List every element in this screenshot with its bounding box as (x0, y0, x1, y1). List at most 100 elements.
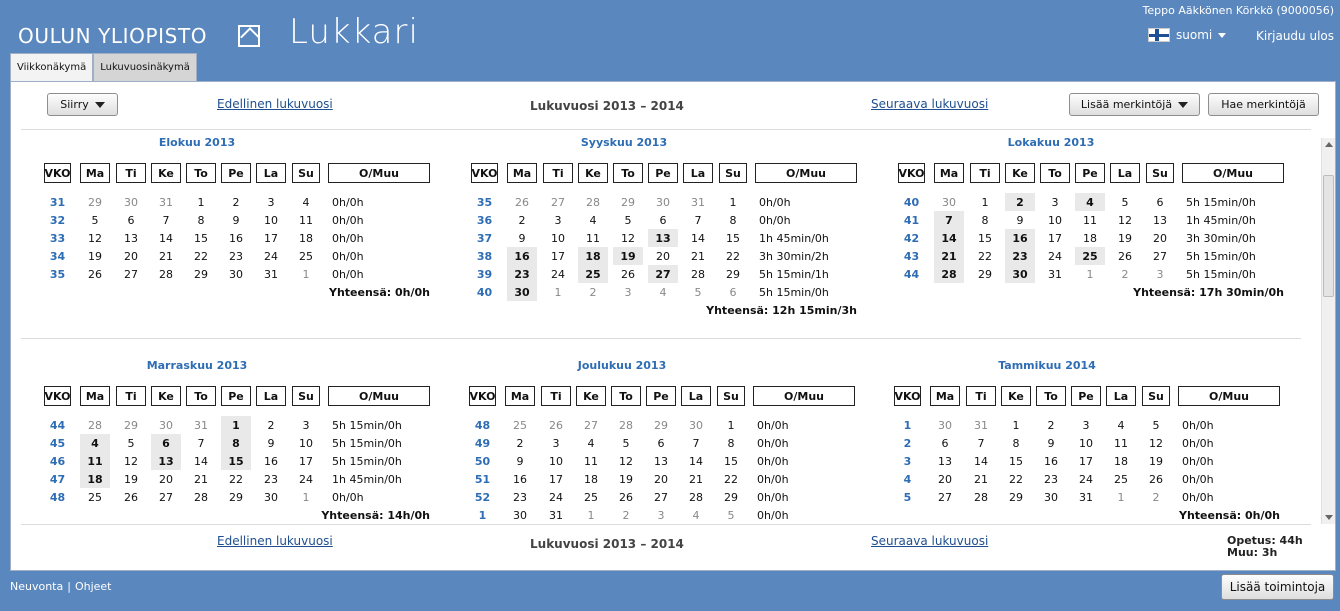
day-cell[interactable]: 21 (681, 470, 711, 488)
day-cell[interactable]: 2 (221, 193, 251, 211)
day-cell[interactable]: 22 (970, 247, 1000, 265)
day-cell[interactable]: 11 (576, 452, 606, 470)
day-cell[interactable]: 3 (1146, 265, 1174, 283)
day-cell[interactable]: 4 (1106, 416, 1136, 434)
day-cell[interactable]: 1 (1106, 488, 1136, 506)
week-number-link[interactable]: 40 (898, 193, 925, 211)
day-cell[interactable]: 20 (116, 247, 146, 265)
day-cell[interactable]: 25 (1075, 247, 1105, 265)
day-cell[interactable]: 13 (151, 452, 181, 470)
week-number-link[interactable]: 2 (894, 434, 921, 452)
week-number-link[interactable]: 5 (894, 488, 921, 506)
day-cell[interactable]: 4 (681, 506, 711, 524)
day-cell[interactable]: 31 (186, 416, 216, 434)
day-cell[interactable]: 16 (505, 470, 535, 488)
day-cell[interactable]: 5 (80, 211, 110, 229)
day-cell[interactable]: 8 (186, 211, 216, 229)
day-cell[interactable]: 28 (578, 193, 608, 211)
day-cell[interactable]: 28 (683, 265, 713, 283)
day-cell[interactable]: 12 (611, 452, 641, 470)
next-year-link-bottom[interactable]: Seuraava lukuvuosi (871, 534, 988, 548)
week-number-link[interactable]: 31 (44, 193, 71, 211)
day-cell[interactable]: 16 (256, 452, 286, 470)
day-cell[interactable]: 5 (1110, 193, 1140, 211)
day-cell[interactable]: 2 (256, 416, 286, 434)
week-number-link[interactable]: 41 (898, 211, 925, 229)
next-year-link-top[interactable]: Seuraava lukuvuosi (871, 97, 988, 111)
day-cell[interactable]: 10 (1071, 434, 1101, 452)
day-cell[interactable]: 1 (221, 416, 251, 434)
week-number-link[interactable]: 37 (471, 229, 498, 247)
day-cell[interactable]: 27 (930, 488, 960, 506)
day-cell[interactable]: 4 (80, 434, 110, 452)
day-cell[interactable]: 27 (151, 488, 181, 506)
day-cell[interactable]: 7 (681, 434, 711, 452)
day-cell[interactable]: 6 (1146, 193, 1174, 211)
day-cell[interactable]: 26 (611, 488, 641, 506)
week-number-link[interactable]: 47 (44, 470, 71, 488)
day-cell[interactable]: 13 (116, 229, 146, 247)
day-cell[interactable]: 2 (1005, 193, 1035, 211)
week-number-link[interactable]: 40 (471, 283, 498, 301)
week-number-link[interactable]: 48 (469, 416, 496, 434)
day-cell[interactable]: 28 (966, 488, 996, 506)
day-cell[interactable]: 27 (646, 488, 676, 506)
day-cell[interactable]: 31 (966, 416, 996, 434)
week-number-link[interactable]: 44 (44, 416, 71, 434)
day-cell[interactable]: 25 (1106, 470, 1136, 488)
day-cell[interactable]: 19 (611, 470, 641, 488)
day-cell[interactable]: 5 (1142, 416, 1170, 434)
day-cell[interactable]: 12 (80, 229, 110, 247)
day-cell[interactable]: 15 (186, 229, 216, 247)
prev-year-link-bottom[interactable]: Edellinen lukuvuosi (217, 534, 333, 548)
day-cell[interactable]: 5 (611, 434, 641, 452)
day-cell[interactable]: 9 (1005, 211, 1035, 229)
day-cell[interactable]: 22 (1001, 470, 1031, 488)
day-cell[interactable]: 21 (151, 247, 181, 265)
day-cell[interactable]: 2 (578, 283, 608, 301)
day-cell[interactable]: 27 (576, 416, 606, 434)
day-cell[interactable]: 20 (930, 470, 960, 488)
week-number-link[interactable]: 42 (898, 229, 925, 247)
day-cell[interactable]: 14 (683, 229, 713, 247)
day-cell[interactable]: 26 (507, 193, 537, 211)
week-number-link[interactable]: 44 (898, 265, 925, 283)
day-cell[interactable]: 28 (611, 416, 641, 434)
day-cell[interactable]: 29 (719, 265, 747, 283)
day-cell[interactable]: 17 (1071, 452, 1101, 470)
day-cell[interactable]: 1 (292, 488, 320, 506)
day-cell[interactable]: 6 (719, 283, 747, 301)
day-cell[interactable]: 29 (970, 265, 1000, 283)
day-cell[interactable]: 5 (717, 506, 745, 524)
day-cell[interactable]: 1 (292, 265, 320, 283)
day-cell[interactable]: 30 (256, 488, 286, 506)
day-cell[interactable]: 8 (719, 211, 747, 229)
day-cell[interactable]: 14 (934, 229, 964, 247)
add-marks-button[interactable]: Lisää merkintöjä (1069, 93, 1200, 116)
day-cell[interactable]: 1 (543, 283, 573, 301)
day-cell[interactable]: 20 (151, 470, 181, 488)
day-cell[interactable]: 6 (116, 211, 146, 229)
day-cell[interactable]: 10 (543, 229, 573, 247)
week-number-link[interactable]: 4 (894, 470, 921, 488)
day-cell[interactable]: 8 (221, 434, 251, 452)
day-cell[interactable]: 29 (717, 488, 745, 506)
week-number-link[interactable]: 45 (44, 434, 71, 452)
week-number-link[interactable]: 34 (44, 247, 71, 265)
day-cell[interactable]: 21 (934, 247, 964, 265)
day-cell[interactable]: 15 (970, 229, 1000, 247)
day-cell[interactable]: 29 (646, 416, 676, 434)
day-cell[interactable]: 25 (292, 247, 320, 265)
scroll-down-arrow-icon[interactable] (1325, 515, 1333, 520)
scroll-up-arrow-icon[interactable] (1325, 142, 1333, 147)
language-selector[interactable]: suomi (1148, 28, 1227, 42)
day-cell[interactable]: 18 (576, 470, 606, 488)
day-cell[interactable]: 21 (186, 470, 216, 488)
day-cell[interactable]: 5 (683, 283, 713, 301)
day-cell[interactable]: 1 (576, 506, 606, 524)
day-cell[interactable]: 23 (221, 247, 251, 265)
day-cell[interactable]: 26 (613, 265, 643, 283)
day-cell[interactable]: 4 (576, 434, 606, 452)
day-cell[interactable]: 27 (116, 265, 146, 283)
day-cell[interactable]: 10 (1040, 211, 1070, 229)
